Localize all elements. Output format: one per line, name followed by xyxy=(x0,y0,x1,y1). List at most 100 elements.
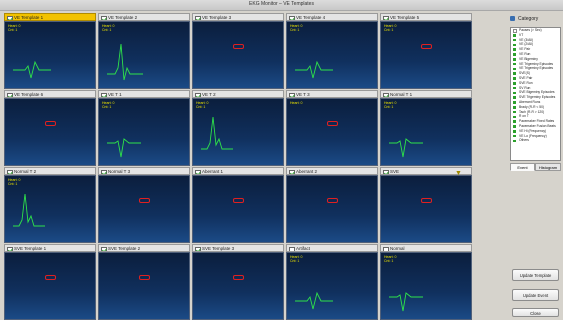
category-checkbox[interactable] xyxy=(513,67,516,71)
template-cell[interactable]: Artifact Heart: 0 Cnt: 1 xyxy=(286,244,378,320)
category-checkbox[interactable] xyxy=(513,139,516,143)
template-cell[interactable]: SVE xyxy=(380,167,472,243)
category-checkbox[interactable] xyxy=(513,129,516,133)
template-label: VE Template 4 xyxy=(296,15,326,20)
update-event-button[interactable]: Update Event xyxy=(512,289,559,301)
category-checkbox[interactable] xyxy=(513,86,516,90)
template-cell[interactable]: Normal T 1 Heart: 0 Cnt: 1 xyxy=(380,90,472,166)
ecg-plot[interactable]: Heart: 0 xyxy=(286,98,378,166)
ecg-plot[interactable]: Heart: 0 Cnt: 1 xyxy=(192,98,284,166)
ecg-plot[interactable]: Heart: 0 Cnt: 1 xyxy=(98,21,190,89)
ecg-plot[interactable]: Heart: 0 Cnt: 1 xyxy=(4,175,96,243)
tab-histogram[interactable]: Histogram xyxy=(535,163,561,171)
category-list[interactable]: Pauses (> Sec) VT VE (3/All) VE (2/All) VE P… xyxy=(510,27,561,161)
template-label: Normal xyxy=(390,246,405,251)
category-checkbox[interactable] xyxy=(513,81,516,85)
category-checkbox[interactable] xyxy=(513,43,516,47)
template-cell[interactable]: Aberrant 1 xyxy=(192,167,284,243)
beat-marker xyxy=(139,275,150,280)
category-checkbox[interactable] xyxy=(513,110,516,114)
template-header[interactable]: VE Template 4 xyxy=(286,13,378,21)
ecg-plot[interactable] xyxy=(98,175,190,243)
ecg-trace xyxy=(107,43,143,81)
template-cell[interactable]: VE Template 4 Heart: 0 Cnt: 1 xyxy=(286,13,378,89)
category-checkbox[interactable] xyxy=(513,53,516,56)
template-info: Heart: 0 Cnt: 1 xyxy=(384,24,397,32)
ecg-plot[interactable]: Heart: 0 Cnt: 1 xyxy=(380,252,472,320)
template-cell[interactable]: VE Template 6 xyxy=(4,90,96,166)
category-checkbox[interactable] xyxy=(513,38,516,42)
template-header[interactable]: Normal xyxy=(380,244,472,252)
template-cell[interactable]: VE Template 2 Heart: 0 Cnt: 1 xyxy=(98,13,190,89)
ecg-trace xyxy=(295,291,333,310)
ecg-plot[interactable] xyxy=(192,21,284,89)
template-cell[interactable]: Normal T 3 xyxy=(98,167,190,243)
template-cell[interactable]: VE T 2 Heart: 0 Cnt: 1 xyxy=(192,90,284,166)
category-checkbox[interactable] xyxy=(513,91,516,95)
template-header[interactable]: Normal T 2 xyxy=(4,167,96,175)
template-cell[interactable]: VE Template 1 Heart: 0 Cnt: 1 xyxy=(4,13,96,89)
category-checkbox[interactable] xyxy=(513,77,516,80)
category-checkbox[interactable] xyxy=(513,120,516,123)
category-label: SVE Trigeminy Episodes xyxy=(519,95,556,100)
close-button[interactable]: Close xyxy=(512,308,559,317)
template-header[interactable]: VE Template 3 xyxy=(192,13,284,21)
category-checkbox[interactable] xyxy=(513,72,516,75)
ecg-trace xyxy=(13,193,45,227)
template-header[interactable]: Aberrant 1 xyxy=(192,167,284,175)
ecg-plot[interactable] xyxy=(4,98,96,166)
template-cell[interactable]: Normal T 2 Heart: 0 Cnt: 1 xyxy=(4,167,96,243)
template-header[interactable]: VE Template 6 xyxy=(4,90,96,98)
category-checkbox[interactable] xyxy=(513,115,516,119)
template-cell[interactable]: VE Template 5 Heart: 0 Cnt: 1 xyxy=(380,13,472,89)
template-header[interactable]: SVE Template 3 xyxy=(192,244,284,252)
category-checkbox[interactable] xyxy=(513,96,516,99)
category-label: VE (2/All) xyxy=(519,42,533,47)
category-checkbox[interactable] xyxy=(513,134,516,138)
template-cell[interactable]: Normal Heart: 0 Cnt: 1 xyxy=(380,244,472,320)
tab-event[interactable]: Event xyxy=(510,163,535,171)
template-header[interactable]: VE T 3 xyxy=(286,90,378,98)
ecg-plot[interactable]: Heart: 0 Cnt: 1 xyxy=(286,21,378,89)
category-checkbox[interactable] xyxy=(513,105,516,109)
ecg-plot[interactable] xyxy=(380,175,472,243)
template-cell[interactable]: SVE Template 2 xyxy=(98,244,190,320)
template-header[interactable]: VE T 1 xyxy=(98,90,190,98)
ecg-plot[interactable] xyxy=(192,175,284,243)
ecg-plot[interactable]: Heart: 0 Cnt: 1 xyxy=(4,21,96,89)
template-cell[interactable]: VE Template 3 xyxy=(192,13,284,89)
ecg-plot[interactable]: Heart: 0 Cnt: 1 xyxy=(98,98,190,166)
category-item[interactable]: Others xyxy=(511,138,560,143)
template-header[interactable]: Normal T 1 xyxy=(380,90,472,98)
template-header[interactable]: Aberrant 2 xyxy=(286,167,378,175)
template-header[interactable]: SVE Template 2 xyxy=(98,244,190,252)
ecg-plot[interactable] xyxy=(286,175,378,243)
ecg-plot[interactable]: Heart: 0 Cnt: 1 xyxy=(380,98,472,166)
ecg-plot[interactable] xyxy=(98,252,190,320)
ecg-plot[interactable]: Heart: 0 Cnt: 1 xyxy=(380,21,472,89)
template-cell[interactable]: SVE Template 1 xyxy=(4,244,96,320)
template-header[interactable]: VE Template 1 xyxy=(4,13,96,21)
update-template-button[interactable]: Update Template xyxy=(512,269,559,281)
category-checkbox[interactable] xyxy=(513,62,516,66)
category-checkbox[interactable] xyxy=(513,33,516,37)
template-header[interactable]: VE Template 2 xyxy=(98,13,190,21)
pin-icon[interactable]: ▼ xyxy=(455,170,462,177)
template-cell[interactable]: VE T 1 Heart: 0 Cnt: 1 xyxy=(98,90,190,166)
template-cell[interactable]: VE T 3 Heart: 0 xyxy=(286,90,378,166)
template-cell[interactable]: Aberrant 2 xyxy=(286,167,378,243)
template-cell[interactable]: SVE Template 3 xyxy=(192,244,284,320)
category-checkbox[interactable] xyxy=(513,125,516,128)
template-header[interactable]: VE Template 5 xyxy=(380,13,472,21)
template-header[interactable]: Artifact xyxy=(286,244,378,252)
template-header[interactable]: VE T 2 xyxy=(192,90,284,98)
category-checkbox[interactable] xyxy=(513,101,516,104)
category-checkbox[interactable] xyxy=(513,57,516,61)
ecg-plot[interactable] xyxy=(4,252,96,320)
ecg-waveform xyxy=(13,193,45,227)
ecg-plot[interactable]: Heart: 0 Cnt: 1 xyxy=(286,252,378,320)
category-checkbox[interactable] xyxy=(513,48,516,51)
ecg-plot[interactable] xyxy=(192,252,284,320)
template-header[interactable]: SVE Template 1 xyxy=(4,244,96,252)
template-header[interactable]: Normal T 3 xyxy=(98,167,190,175)
